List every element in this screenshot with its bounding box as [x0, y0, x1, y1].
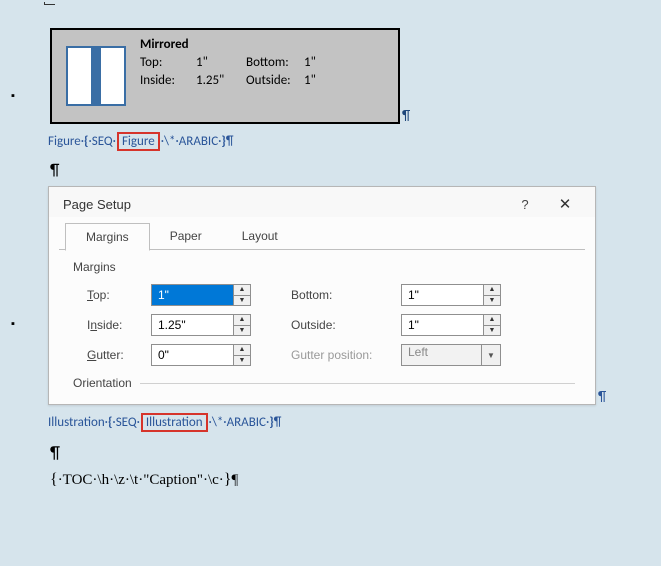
- illustration-caption-field: Illustration·{·SEQ·Illustration·\*·ARABI…: [48, 413, 641, 432]
- gutter-label: Gutter:: [87, 348, 151, 362]
- spin-up-icon[interactable]: ▲: [234, 315, 250, 326]
- spin-up-icon[interactable]: ▲: [234, 285, 250, 296]
- spin-up-icon[interactable]: ▲: [484, 285, 500, 296]
- inside-label: Inside:: [87, 318, 151, 332]
- gutter-position-select: Left ▼: [401, 344, 501, 366]
- spin-up-icon[interactable]: ▲: [234, 345, 250, 356]
- seq-identifier-highlight: Figure: [117, 132, 160, 151]
- blank-paragraph: ¶: [50, 442, 641, 463]
- anchor-icon: ▪: [11, 89, 15, 102]
- top-margin-field[interactable]: [152, 285, 233, 305]
- caption-prefix: Figure·: [48, 134, 84, 149]
- cursor-mark: [44, 2, 55, 5]
- bottom-margin-field[interactable]: [402, 285, 483, 305]
- mirrored-pages-icon: [66, 46, 126, 106]
- seq-identifier-highlight: Illustration: [141, 413, 208, 432]
- page-setup-dialog: Page Setup ? ✕ Margins Paper Layout Marg…: [48, 186, 596, 405]
- top-label: Top:: [140, 54, 196, 72]
- spin-down-icon[interactable]: ▼: [234, 296, 250, 306]
- inside-label: Inside:: [140, 72, 196, 90]
- figure-caption-field: Figure·{·SEQ·Figure·\*·ARABIC·}¶: [48, 132, 641, 151]
- outside-label: Outside:: [246, 72, 304, 90]
- paragraph-mark: ¶: [231, 472, 238, 488]
- field-brace-open: {: [50, 471, 58, 488]
- mirrored-text: Mirrored Top: 1" Bottom: 1" Inside: 1.25…: [140, 36, 388, 116]
- outside-margin-input[interactable]: ▲▼: [401, 314, 501, 336]
- spin-down-icon[interactable]: ▼: [484, 326, 500, 336]
- spin-up-icon[interactable]: ▲: [484, 315, 500, 326]
- bottom-label: Bottom:: [246, 54, 304, 72]
- caption-prefix: Illustration·: [48, 415, 108, 430]
- seq-keyword: ·SEQ·: [89, 134, 116, 149]
- orientation-section-label: Orientation: [73, 376, 132, 390]
- gutter-position-label: Gutter position:: [291, 348, 401, 362]
- mirrored-title: Mirrored: [140, 36, 388, 54]
- mirrored-margins-preview: Mirrored Top: 1" Bottom: 1" Inside: 1.25…: [50, 28, 400, 124]
- paragraph-mark: ¶: [402, 107, 410, 124]
- paragraph-mark: ¶: [226, 134, 234, 149]
- inside-margin-field[interactable]: [152, 315, 233, 335]
- anchor-icon: ▪: [11, 317, 15, 330]
- seq-keyword: ·SEQ·: [112, 415, 139, 430]
- divider: [140, 383, 575, 384]
- dialog-title: Page Setup: [63, 197, 505, 212]
- chevron-down-icon: ▼: [481, 345, 500, 365]
- toc-field-text: ·TOC·\h·\z·\t·"Caption"·\c·: [58, 472, 224, 488]
- arabic-switch: ·\*·ARABIC·: [161, 134, 222, 149]
- top-value: 1": [196, 54, 246, 72]
- dialog-tabs: Margins Paper Layout: [49, 217, 595, 250]
- gutter-position-value: Left: [402, 345, 481, 365]
- dialog-close-button[interactable]: ✕: [545, 195, 585, 213]
- outside-label: Outside:: [291, 318, 401, 332]
- bottom-margin-input[interactable]: ▲▼: [401, 284, 501, 306]
- dialog-body: Margins Top: ▲▼ Bottom: ▲▼ Inside:: [49, 250, 595, 404]
- spin-down-icon[interactable]: ▼: [234, 356, 250, 366]
- arabic-switch: ·\*·ARABIC·: [209, 415, 270, 430]
- inside-value: 1.25": [196, 72, 246, 90]
- paragraph-mark: ¶: [274, 415, 282, 430]
- blank-paragraph: ¶: [50, 161, 641, 180]
- dialog-titlebar: Page Setup ? ✕: [49, 187, 595, 217]
- toc-field: {·TOC·\h·\z·\t·"Caption"·\c·}¶: [50, 471, 641, 489]
- inside-margin-input[interactable]: ▲▼: [151, 314, 251, 336]
- outside-margin-field[interactable]: [402, 315, 483, 335]
- bottom-label: Bottom:: [291, 288, 401, 302]
- spin-down-icon[interactable]: ▼: [234, 326, 250, 336]
- tab-paper[interactable]: Paper: [150, 223, 222, 250]
- tab-layout[interactable]: Layout: [222, 223, 298, 250]
- spin-down-icon[interactable]: ▼: [484, 296, 500, 306]
- outside-value: 1": [304, 72, 316, 90]
- top-label: Top:: [87, 288, 151, 302]
- margins-section-label: Margins: [73, 260, 575, 274]
- dialog-help-button[interactable]: ?: [505, 197, 545, 212]
- gutter-input[interactable]: ▲▼: [151, 344, 251, 366]
- top-margin-input[interactable]: ▲▼: [151, 284, 251, 306]
- paragraph-mark: ¶: [598, 388, 606, 405]
- tab-margins[interactable]: Margins: [65, 223, 150, 251]
- gutter-field[interactable]: [152, 345, 233, 365]
- bottom-value: 1": [304, 54, 316, 72]
